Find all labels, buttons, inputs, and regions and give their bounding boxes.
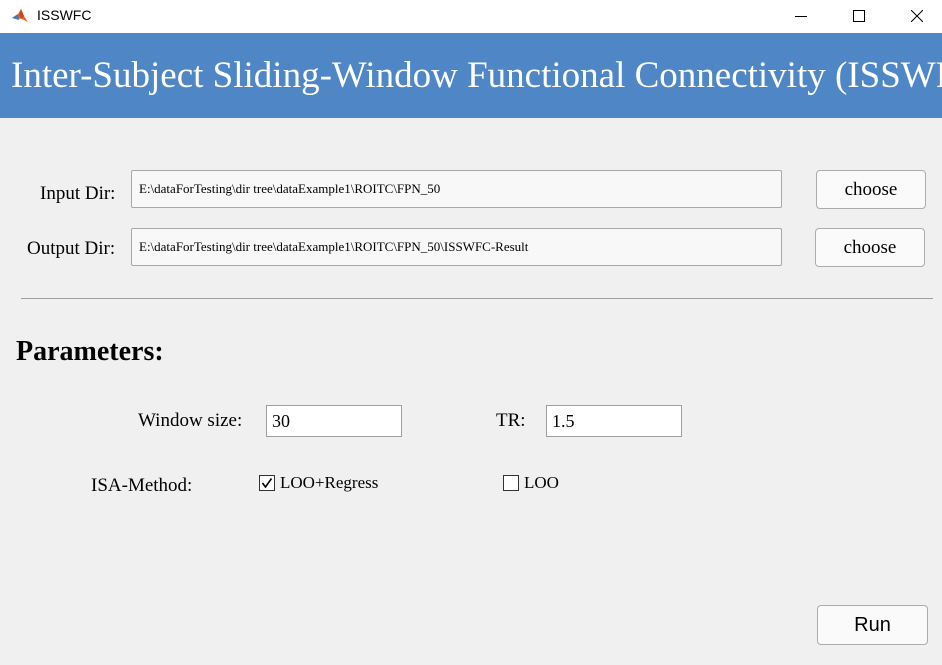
- section-divider: [21, 298, 933, 299]
- maximize-icon: [853, 10, 865, 22]
- window-size-label: Window size:: [138, 410, 243, 431]
- output-dir-label: Output Dir:: [27, 238, 116, 259]
- loo-label[interactable]: LOO: [524, 473, 559, 493]
- input-dir-label: Input Dir:: [40, 183, 116, 204]
- minimize-button[interactable]: [778, 0, 824, 33]
- maximize-button[interactable]: [836, 0, 882, 33]
- checkmark-icon: [261, 478, 273, 489]
- isa-method-label: ISA-Method:: [91, 475, 193, 496]
- app-title: Inter-Subject Sliding-Window Functional …: [11, 55, 942, 96]
- close-button[interactable]: [894, 0, 940, 33]
- run-button[interactable]: Run: [817, 605, 928, 645]
- output-dir-field[interactable]: E:\dataForTesting\dir tree\dataExample1\…: [131, 228, 782, 266]
- loo-checkbox[interactable]: [503, 475, 519, 491]
- loo-regress-checkbox[interactable]: [259, 475, 275, 491]
- header-banner: Inter-Subject Sliding-Window Functional …: [0, 33, 942, 118]
- input-dir-field[interactable]: E:\dataForTesting\dir tree\dataExample1\…: [131, 170, 782, 208]
- window-title: ISSWFC: [37, 7, 92, 23]
- title-bar: ISSWFC: [0, 0, 942, 33]
- parameters-title: Parameters:: [16, 336, 164, 367]
- minimize-icon: [795, 16, 807, 17]
- close-icon: [911, 10, 923, 22]
- window-size-input[interactable]: 30: [266, 405, 402, 437]
- output-choose-button[interactable]: choose: [815, 228, 925, 267]
- loo-regress-label[interactable]: LOO+Regress: [280, 473, 378, 493]
- tr-label: TR:: [496, 410, 526, 431]
- matlab-icon: [12, 9, 28, 22]
- input-choose-button[interactable]: choose: [816, 170, 926, 209]
- tr-input[interactable]: 1.5: [546, 405, 682, 437]
